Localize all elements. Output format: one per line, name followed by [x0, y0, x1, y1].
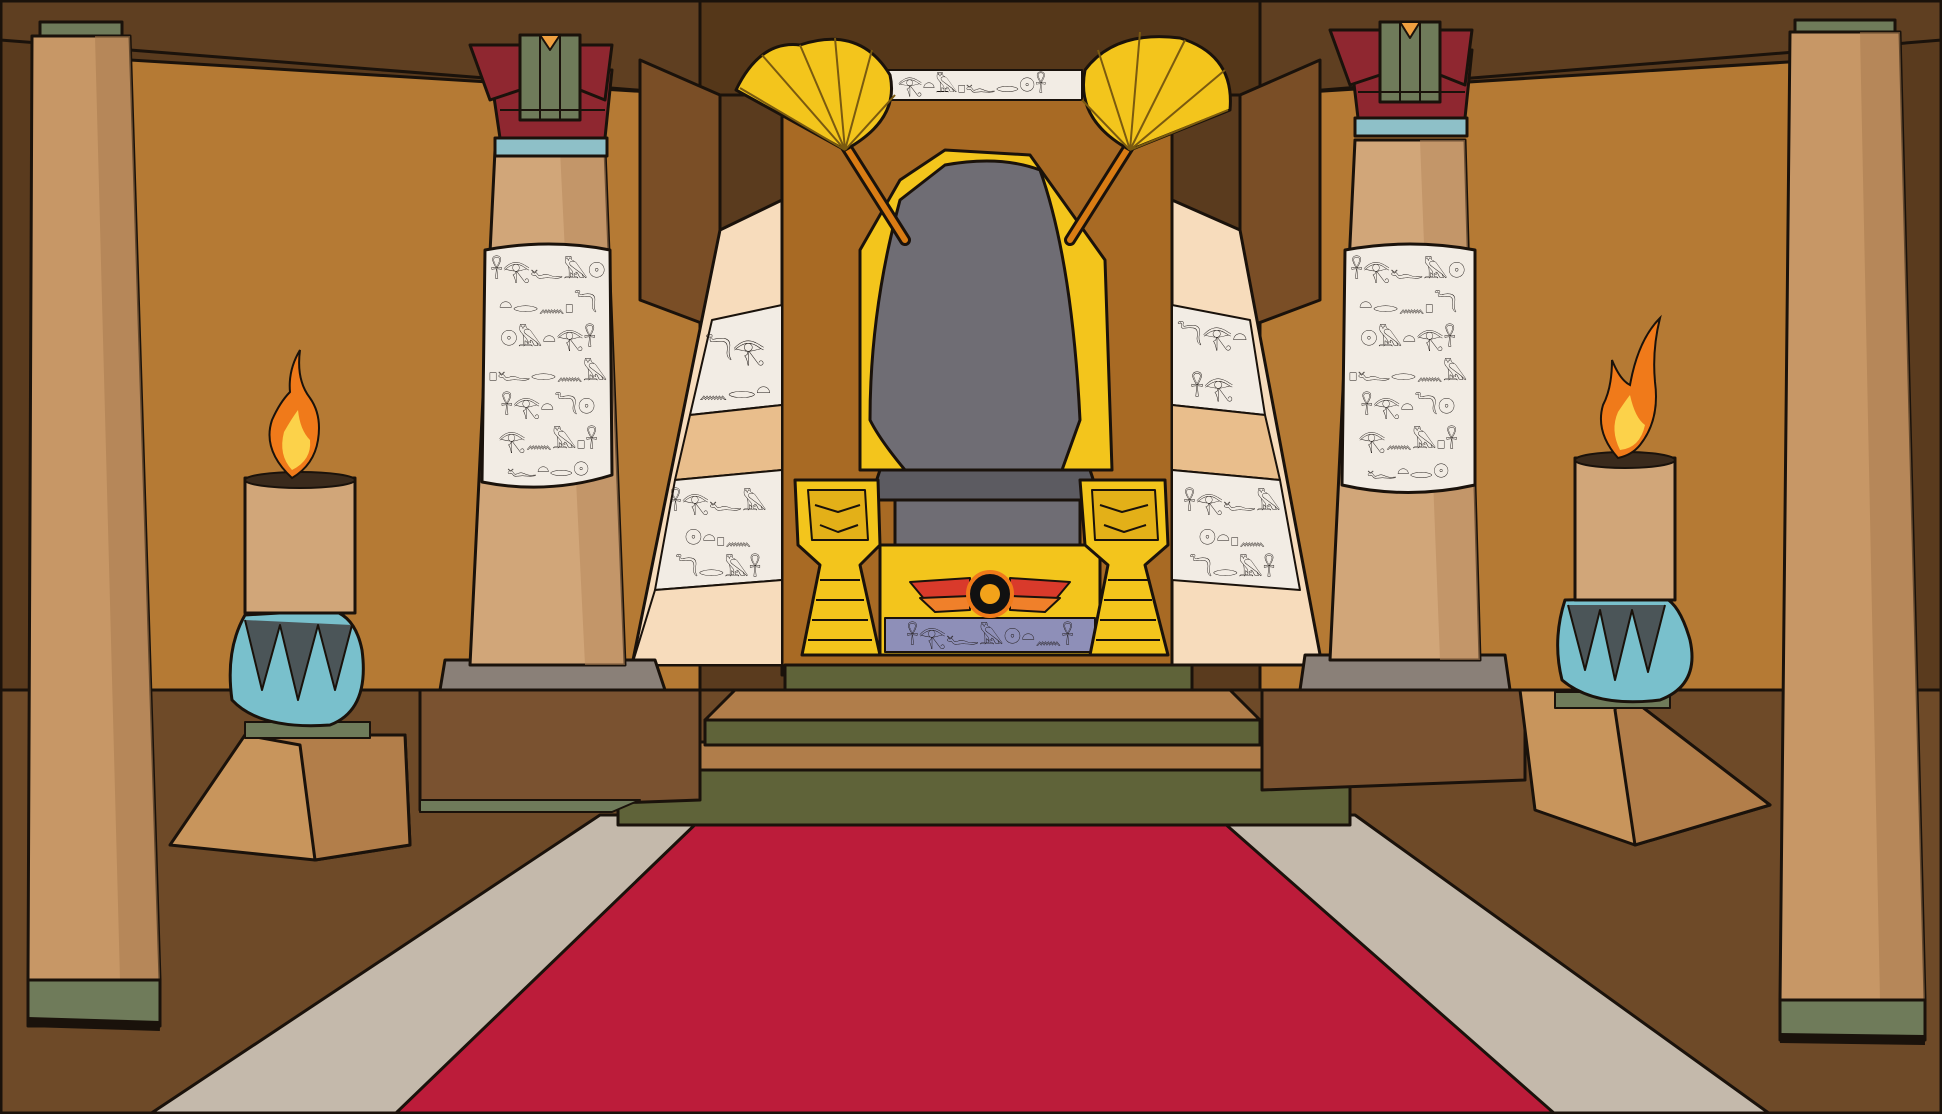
svg-text:𓆓𓂋𓅓𓋹: 𓆓𓂋𓅓𓋹 — [1189, 554, 1275, 582]
svg-text:𓈖𓂋𓏏: 𓈖𓂋𓏏 — [699, 376, 771, 404]
right-foreground-column — [1778, 18, 1927, 1045]
svg-text:𓇳𓅓𓏏𓂀𓋹: 𓇳𓅓𓏏𓂀𓋹 — [500, 324, 596, 352]
svg-text:𓆑𓏏𓂋𓇳: 𓆑𓏏𓂋𓇳 — [507, 457, 589, 481]
left-side-platform — [418, 688, 702, 812]
svg-text:𓋹𓂀𓆑𓅓: 𓋹𓂀𓆑𓅓 — [1183, 488, 1280, 516]
svg-text:𓋹𓂀𓏏𓆓𓇳: 𓋹𓂀𓏏𓆓𓇳 — [1361, 392, 1456, 420]
svg-text:𓋹𓂀: 𓋹𓂀 — [1190, 372, 1233, 402]
svg-text:𓂀𓈖𓅓𓊪𓋹: 𓂀𓈖𓅓𓊪𓋹 — [1358, 426, 1457, 454]
lintel-hieroglyphs: 𓂀𓏏𓅓𓊪𓆑𓂋𓇳𓋹 — [898, 72, 1047, 97]
svg-text:𓊪𓆑𓂋𓈖𓅓: 𓊪𓆑𓂋𓈖𓅓 — [1349, 358, 1468, 386]
svg-text:𓏏𓂋𓈖𓊪𓆓: 𓏏𓂋𓈖𓊪𓆓 — [1359, 290, 1458, 318]
throne-base-hieroglyphs: 𓋹𓂀𓆑𓅓𓇳𓏏𓈖𓋹 — [906, 622, 1073, 650]
svg-text:𓋹𓂀𓏏𓆓𓇳: 𓋹𓂀𓏏𓆓𓇳 — [501, 392, 596, 420]
egyptian-throne-room-scene: 𓂀𓏏𓅓𓊪𓆑𓂋𓇳𓋹 𓆓𓂀 𓈖𓂋𓏏 𓋹𓂀𓆑𓅓 𓇳𓏏𓊪𓈖 𓆓𓂋𓅓𓋹 𓆓𓂀𓏏 𓋹𓂀 𓋹𓂀… — [0, 0, 1942, 1114]
right-side-platform — [1260, 688, 1527, 792]
svg-text:𓏏𓂋𓈖𓊪𓆓: 𓏏𓂋𓈖𓊪𓆓 — [499, 290, 598, 318]
svg-text:𓋹𓂀𓆑𓅓: 𓋹𓂀𓆑𓅓 — [669, 488, 766, 516]
svg-text:𓇳𓏏𓊪𓈖: 𓇳𓏏𓊪𓈖 — [685, 526, 752, 551]
svg-text:𓇳𓏏𓊪𓈖: 𓇳𓏏𓊪𓈖 — [1199, 526, 1266, 551]
svg-text:𓊪𓆑𓂋𓈖𓅓: 𓊪𓆑𓂋𓈖𓅓 — [489, 358, 608, 386]
svg-text:𓆓𓂀: 𓆓𓂀 — [705, 333, 765, 367]
scene-canvas: 𓂀𓏏𓅓𓊪𓆑𓂋𓇳𓋹 𓆓𓂀 𓈖𓂋𓏏 𓋹𓂀𓆑𓅓 𓇳𓏏𓊪𓈖 𓆓𓂋𓅓𓋹 𓆓𓂀𓏏 𓋹𓂀 𓋹𓂀… — [0, 0, 1942, 1114]
svg-text:𓇳𓅓𓏏𓂀𓋹: 𓇳𓅓𓏏𓂀𓋹 — [1360, 324, 1456, 352]
svg-text:𓆑𓏏𓂋𓇳: 𓆑𓏏𓂋𓇳 — [1367, 459, 1449, 483]
svg-text:𓋹𓂀𓆑𓅓𓇳: 𓋹𓂀𓆑𓅓𓇳 — [491, 256, 606, 284]
svg-text:𓆓𓂀𓏏: 𓆓𓂀𓏏 — [1177, 321, 1248, 351]
svg-text:𓋹𓂀𓆑𓅓𓇳: 𓋹𓂀𓆑𓅓𓇳 — [1351, 256, 1466, 284]
svg-text:𓆓𓂋𓅓𓋹: 𓆓𓂋𓅓𓋹 — [675, 554, 761, 582]
svg-text:𓂀𓈖𓅓𓊪𓋹: 𓂀𓈖𓅓𓊪𓋹 — [498, 426, 597, 454]
left-platform-ledge — [419, 799, 641, 813]
